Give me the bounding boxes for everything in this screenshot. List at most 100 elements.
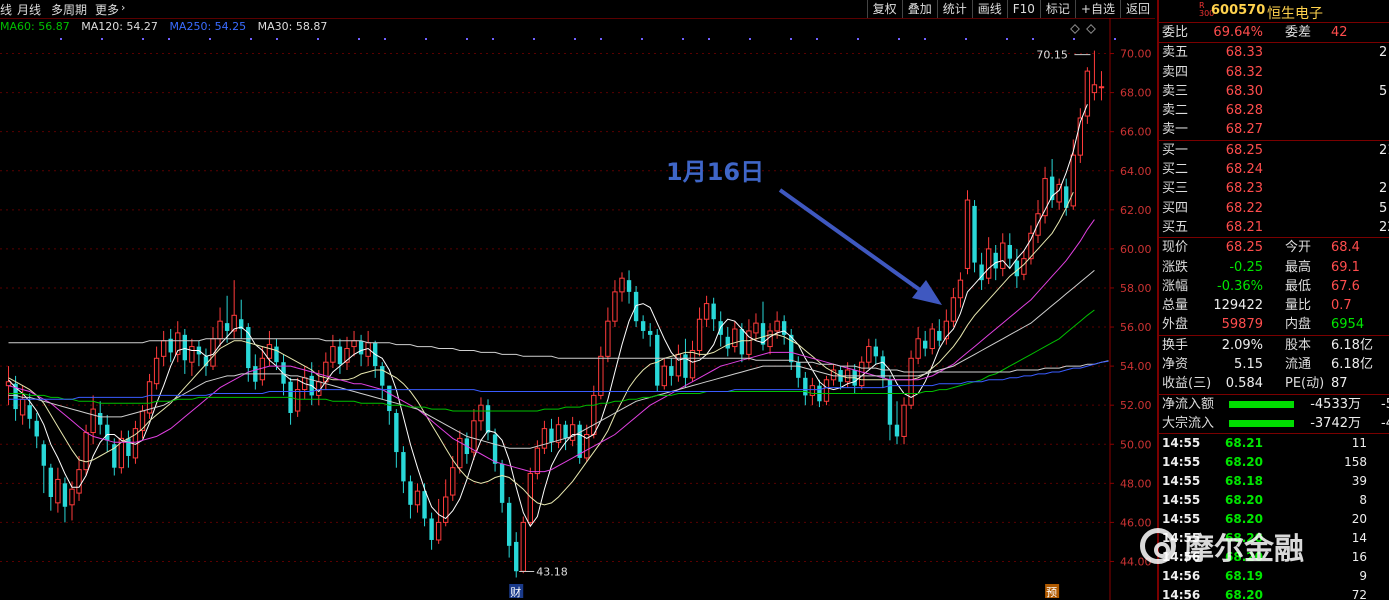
candle-body[interactable] bbox=[866, 346, 872, 363]
ask-row[interactable]: 卖三 68.30 5 bbox=[1159, 82, 1389, 101]
candle-body[interactable] bbox=[894, 424, 900, 437]
candle-body[interactable] bbox=[591, 394, 597, 435]
candlestick-chart[interactable]: 70.00 68.00 66.00 64.00 62.00 60.00 58.00 56.00… bbox=[0, 18, 1155, 600]
candle-body[interactable] bbox=[435, 521, 442, 541]
candle-body[interactable] bbox=[224, 323, 230, 331]
candle-body[interactable] bbox=[767, 330, 773, 348]
candle-body[interactable] bbox=[1021, 258, 1027, 275]
candle-body[interactable] bbox=[514, 541, 519, 572]
candle-body[interactable] bbox=[725, 336, 730, 349]
candle-body[interactable] bbox=[19, 398, 26, 416]
candle-body[interactable] bbox=[5, 381, 12, 387]
candle-body[interactable] bbox=[803, 377, 808, 396]
candle-body[interactable] bbox=[696, 318, 703, 351]
candle-body[interactable] bbox=[661, 365, 667, 387]
candle-body[interactable] bbox=[732, 328, 738, 348]
candle-body[interactable] bbox=[126, 438, 131, 456]
candle-body[interactable] bbox=[549, 428, 554, 443]
candle-body[interactable] bbox=[1098, 86, 1105, 89]
candle-body[interactable] bbox=[90, 408, 96, 434]
ask-row[interactable]: 卖五 68.33 2 bbox=[1159, 43, 1389, 62]
ask-row[interactable]: 卖二 68.28 bbox=[1159, 101, 1389, 120]
candle-body[interactable] bbox=[605, 320, 611, 357]
candle-body[interactable] bbox=[1000, 242, 1006, 269]
candle-body[interactable] bbox=[739, 328, 745, 355]
candle-body[interactable] bbox=[563, 424, 568, 439]
diamond-icon[interactable] bbox=[1086, 24, 1096, 34]
candle-body[interactable] bbox=[380, 366, 385, 386]
draw-line-button[interactable]: 画线 bbox=[971, 0, 1007, 18]
candle-body[interactable] bbox=[506, 502, 512, 546]
candle-body[interactable] bbox=[520, 521, 526, 572]
candle-body[interactable] bbox=[69, 488, 75, 506]
candle-body[interactable] bbox=[294, 389, 301, 412]
overlay-button[interactable]: 叠加 bbox=[901, 0, 937, 18]
period-tab-line[interactable]: 线 bbox=[0, 1, 12, 18]
candle-body[interactable] bbox=[83, 432, 89, 471]
candle-body[interactable] bbox=[153, 357, 160, 385]
candle-body[interactable] bbox=[55, 478, 61, 504]
candle-body[interactable] bbox=[655, 334, 660, 386]
candle-body[interactable] bbox=[274, 346, 279, 363]
candle-body[interactable] bbox=[929, 328, 935, 350]
candle-body[interactable] bbox=[471, 420, 477, 453]
tick-row[interactable]: 14:55 68.21 11 bbox=[1159, 434, 1389, 453]
tick-row[interactable]: 14:55 68.18 39 bbox=[1159, 472, 1389, 491]
candle-body[interactable] bbox=[937, 330, 942, 341]
candle-body[interactable] bbox=[358, 340, 364, 355]
multi-period-button[interactable]: 多周期 bbox=[51, 1, 87, 18]
candle-body[interactable] bbox=[160, 340, 167, 357]
candle-body[interactable] bbox=[669, 366, 674, 376]
candle-body[interactable] bbox=[880, 356, 886, 378]
candle-body[interactable] bbox=[41, 444, 46, 466]
candle-body[interactable] bbox=[1014, 260, 1020, 277]
candle-body[interactable] bbox=[394, 412, 399, 453]
candle-body[interactable] bbox=[1007, 244, 1012, 259]
candle-body[interactable] bbox=[626, 280, 632, 292]
candle-body[interactable] bbox=[569, 424, 576, 441]
chevron-right-icon[interactable]: › bbox=[121, 1, 125, 14]
ask-row[interactable]: 卖四 68.32 bbox=[1159, 63, 1389, 82]
candle-body[interactable] bbox=[401, 452, 406, 482]
tick-row[interactable]: 14:55 68.20 158 bbox=[1159, 453, 1389, 472]
candle-body[interactable] bbox=[703, 303, 710, 320]
candle-body[interactable] bbox=[450, 467, 456, 496]
candle-body[interactable] bbox=[598, 355, 604, 396]
candle-body[interactable] bbox=[675, 353, 682, 377]
candle-body[interactable] bbox=[34, 420, 39, 437]
period-tab-month[interactable]: 月线 bbox=[17, 1, 41, 18]
candle-body[interactable] bbox=[259, 357, 266, 381]
f10-button[interactable]: F10 bbox=[1006, 0, 1040, 18]
more-button[interactable]: 更多 bbox=[95, 1, 119, 18]
candle-body[interactable] bbox=[485, 405, 491, 433]
ask-row[interactable]: 卖一 68.27 bbox=[1159, 120, 1389, 139]
candle-body[interactable] bbox=[915, 338, 921, 359]
candle-body[interactable] bbox=[478, 404, 484, 422]
diamond-icon[interactable] bbox=[1070, 24, 1080, 34]
candle-body[interactable] bbox=[985, 248, 992, 279]
candle-body[interactable] bbox=[330, 346, 336, 363]
candle-body[interactable] bbox=[48, 467, 54, 497]
candle-body[interactable] bbox=[499, 463, 505, 503]
candle-body[interactable] bbox=[429, 518, 434, 540]
candle-body[interactable] bbox=[901, 404, 907, 437]
bid-row[interactable]: 买五 68.21 22 bbox=[1159, 218, 1389, 237]
bid-row[interactable]: 买二 68.24 bbox=[1159, 160, 1389, 179]
candle-body[interactable] bbox=[689, 349, 696, 379]
candle-body[interactable] bbox=[189, 346, 195, 363]
candle-body[interactable] bbox=[964, 199, 971, 269]
candle-body[interactable] bbox=[1070, 154, 1076, 207]
bid-row[interactable]: 买一 68.25 21 bbox=[1159, 141, 1389, 160]
candle-body[interactable] bbox=[774, 320, 780, 332]
candle-body[interactable] bbox=[266, 344, 273, 359]
candle-body[interactable] bbox=[796, 362, 801, 378]
candle-body[interactable] bbox=[957, 279, 964, 299]
candle-body[interactable] bbox=[873, 346, 879, 357]
mark-button[interactable]: 标记 bbox=[1039, 0, 1075, 18]
candle-body[interactable] bbox=[337, 346, 343, 365]
candle-body[interactable] bbox=[534, 447, 541, 475]
candle-body[interactable] bbox=[648, 330, 653, 335]
candle-body[interactable] bbox=[612, 291, 618, 322]
candle-body[interactable] bbox=[408, 481, 413, 505]
fuquan-button[interactable]: 复权 bbox=[866, 0, 902, 18]
